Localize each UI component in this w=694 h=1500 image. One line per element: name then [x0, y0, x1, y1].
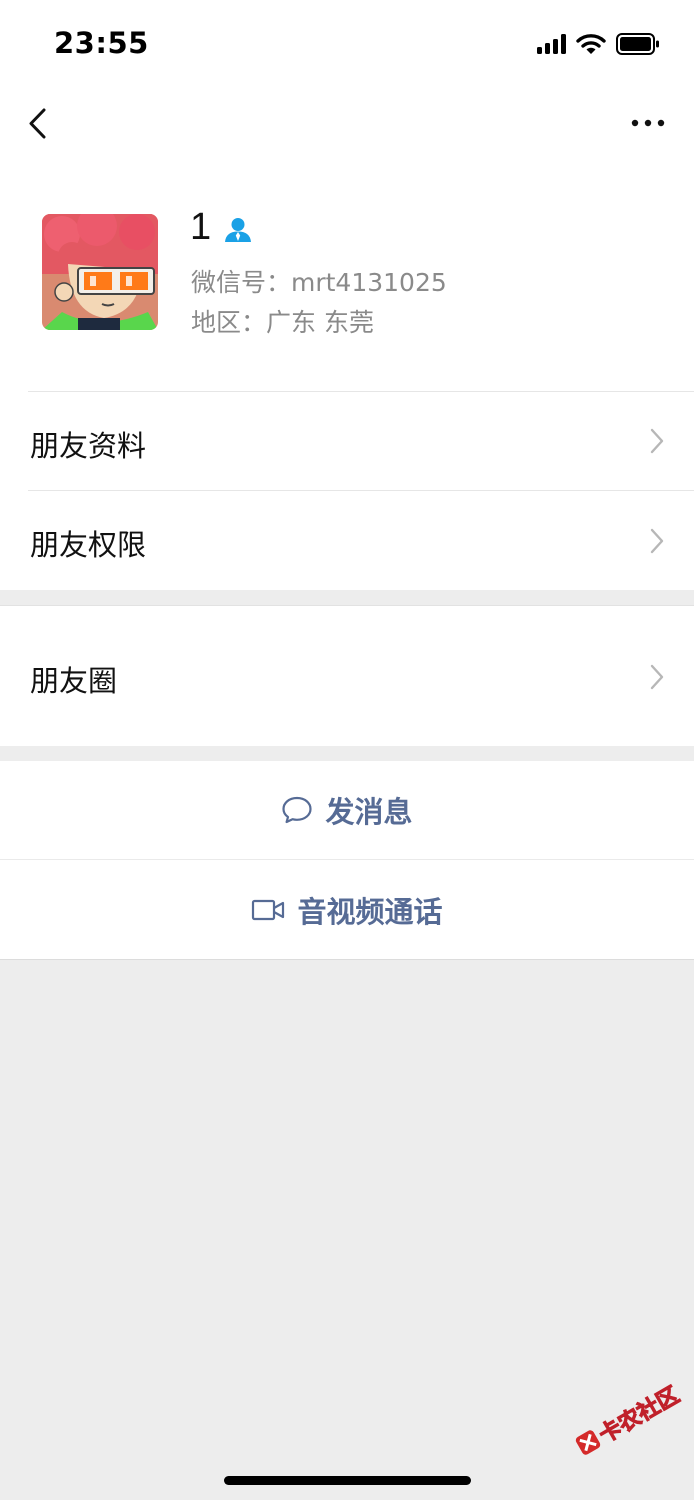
chevron-right-icon — [650, 664, 664, 690]
back-icon — [29, 108, 46, 139]
watermark: 卡农社区 — [570, 1378, 685, 1463]
status-icons — [537, 31, 660, 57]
verified-user-icon — [225, 217, 252, 242]
wifi-icon — [576, 34, 606, 54]
home-indicator[interactable] — [224, 1476, 471, 1485]
chevron-right-icon — [650, 428, 664, 454]
friend-info-label: 朋友资料 — [30, 429, 147, 463]
friend-permissions-label: 朋友权限 — [30, 528, 147, 562]
wechat-id: 微信号：mrt4131025 — [191, 268, 447, 297]
battery-icon — [616, 33, 659, 55]
friend-info-row[interactable]: 朋友资料 — [0, 392, 694, 490]
av-call-label: 音视频通话 — [297, 894, 443, 929]
friend-permissions-row[interactable]: 朋友权限 — [0, 491, 694, 590]
send-message-button[interactable]: 发消息 — [0, 761, 694, 859]
watermark-text: 卡农社区 — [595, 1382, 685, 1449]
region: 地区：广东 东莞 — [191, 308, 374, 337]
cellular-signal-icon — [537, 34, 566, 54]
chat-bubble-icon — [282, 796, 313, 824]
nickname: 1 — [190, 206, 212, 248]
divider — [0, 959, 694, 960]
nickname-row: 1 — [190, 206, 253, 249]
avatar[interactable] — [42, 214, 158, 330]
chevron-right-icon — [650, 528, 664, 554]
video-camera-icon — [252, 899, 285, 920]
av-call-button[interactable]: 音视频通话 — [0, 860, 694, 959]
moments-row[interactable]: 朋友圈 — [0, 605, 694, 746]
back-button[interactable] — [24, 104, 56, 144]
more-button[interactable] — [628, 108, 668, 138]
status-time: 23:55 — [54, 26, 149, 60]
send-message-label: 发消息 — [325, 795, 413, 829]
moments-label: 朋友圈 — [30, 664, 118, 698]
more-icon — [631, 119, 665, 127]
